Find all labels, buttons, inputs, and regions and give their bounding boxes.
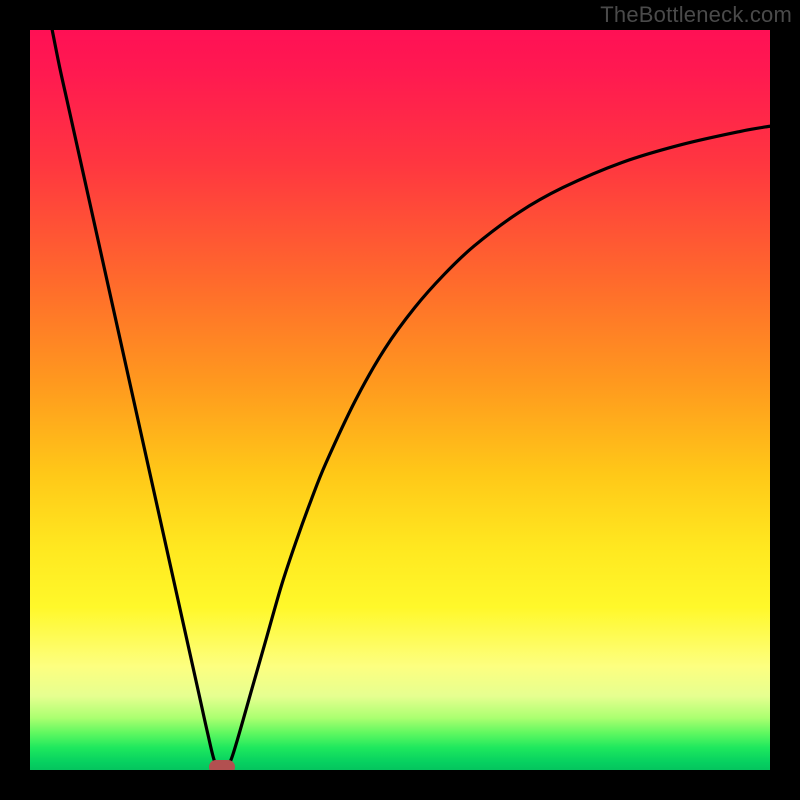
chart-frame: TheBottleneck.com	[0, 0, 800, 800]
plot-area	[30, 30, 770, 770]
bottleneck-curve	[30, 30, 770, 770]
attribution-text: TheBottleneck.com	[600, 2, 792, 28]
minimum-marker	[209, 760, 235, 770]
